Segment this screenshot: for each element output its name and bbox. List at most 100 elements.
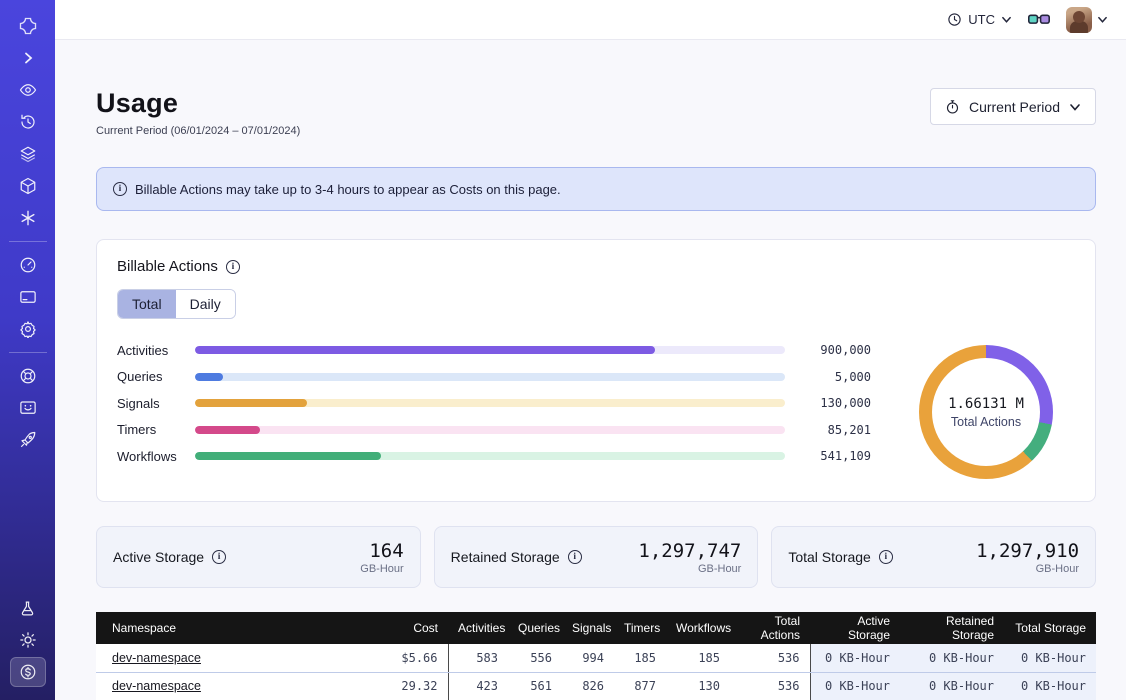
billable-actions-info-banner: i Billable Actions may take up to 3-4 ho…	[96, 167, 1096, 211]
support-lifebuoy-icon[interactable]	[10, 361, 46, 391]
bar-fill	[195, 452, 381, 460]
bar-fill	[195, 373, 223, 381]
bar-track	[195, 373, 785, 381]
retained-storage-value: 1,297,747	[638, 540, 741, 562]
timers-cell: 877	[614, 672, 666, 700]
topbar: UTC	[55, 0, 1126, 40]
settings-gear-icon[interactable]	[10, 314, 46, 344]
sidebar	[0, 0, 55, 700]
bar-label: Workflows	[117, 449, 195, 464]
usage-dollar-icon[interactable]	[10, 657, 46, 687]
bar-label: Signals	[117, 396, 195, 411]
theme-sun-icon[interactable]	[10, 625, 46, 655]
bar-row-activities: Activities 900,000	[117, 341, 871, 359]
total-actions-cell: 536	[730, 644, 810, 672]
info-icon[interactable]: i	[212, 550, 226, 564]
bar-row-workflows: Workflows 541,109	[117, 447, 871, 465]
col-queries: Queries	[508, 612, 562, 644]
asterisk-icon[interactable]	[10, 203, 46, 233]
bar-track	[195, 426, 785, 434]
bar-track	[195, 452, 785, 460]
col-workflows: Workflows	[666, 612, 730, 644]
page-subtitle: Current Period (06/01/2024 – 07/01/2024)	[96, 125, 300, 137]
col-timers: Timers	[614, 612, 666, 644]
chevron-down-icon	[1069, 101, 1081, 113]
col-active-storage: Active Storage	[810, 612, 900, 644]
tab-daily[interactable]: Daily	[176, 290, 235, 318]
feedback-icon[interactable]	[10, 393, 46, 423]
bar-value: 5,000	[799, 370, 871, 384]
bar-fill	[195, 426, 260, 434]
active-storage-unit: GB-Hour	[360, 563, 403, 575]
info-icon[interactable]: i	[568, 550, 582, 564]
total-storage-label: Total Storage	[788, 549, 871, 565]
bar-track	[195, 346, 785, 354]
info-icon[interactable]: i	[226, 260, 240, 274]
active-storage-cell: 0 KB-Hour	[810, 672, 900, 700]
col-cost: Cost	[368, 612, 448, 644]
workflows-cell: 130	[666, 672, 730, 700]
total-storage-card: Total Storage i 1,297,910 GB-Hour	[771, 526, 1096, 588]
collapse-chevron-icon[interactable]	[10, 43, 46, 73]
retained-storage-label: Retained Storage	[451, 549, 560, 565]
namespace-link[interactable]: dev-namespace	[112, 679, 201, 693]
queries-cell: 561	[508, 672, 562, 700]
total-storage-cell: 0 KB-Hour	[1004, 672, 1096, 700]
namespace-link[interactable]: dev-namespace	[112, 651, 201, 665]
info-icon: i	[113, 182, 127, 196]
bar-track	[195, 399, 785, 407]
account-menu[interactable]	[1066, 7, 1108, 33]
active-storage-cell: 0 KB-Hour	[810, 644, 900, 672]
retained-storage-unit: GB-Hour	[638, 563, 741, 575]
timezone-selector[interactable]: UTC	[947, 12, 1012, 27]
total-actions-donut-chart: 1.66131 M Total Actions	[897, 341, 1075, 479]
col-total-storage: Total Storage	[1004, 612, 1096, 644]
retained-storage-card: Retained Storage i 1,297,747 GB-Hour	[434, 526, 759, 588]
queries-cell: 556	[508, 644, 562, 672]
total-storage-unit: GB-Hour	[976, 563, 1079, 575]
glasses-icon[interactable]	[1028, 12, 1050, 28]
info-icon[interactable]: i	[879, 550, 893, 564]
cube-icon[interactable]	[10, 171, 46, 201]
col-total-actions: Total Actions	[730, 612, 810, 644]
col-activities: Activities	[448, 612, 508, 644]
col-namespace: Namespace	[96, 612, 368, 644]
table-row: dev-namespace 29.32 423 561 826 877 130 …	[96, 672, 1096, 700]
period-dropdown-button[interactable]: Current Period	[930, 88, 1096, 125]
page-header: Usage Current Period (06/01/2024 – 07/01…	[96, 88, 1096, 137]
eye-icon[interactable]	[10, 75, 46, 105]
temporal-logo-icon[interactable]	[10, 11, 46, 41]
namespace-usage-table: Namespace Cost Activities Queries Signal…	[96, 612, 1096, 700]
billable-actions-card: Billable Actions i Total Daily Activitie…	[96, 239, 1096, 502]
table-row: dev-namespace $5.66 583 556 994 185 185 …	[96, 644, 1096, 672]
workflows-cell: 185	[666, 644, 730, 672]
bar-value: 85,201	[799, 423, 871, 437]
sidebar-divider	[9, 352, 47, 353]
gauge-icon[interactable]	[10, 250, 46, 280]
history-icon[interactable]	[10, 107, 46, 137]
lab-flask-icon[interactable]	[10, 593, 46, 623]
rocket-icon[interactable]	[10, 425, 46, 455]
signals-cell: 826	[562, 672, 614, 700]
donut-ring: 1.66131 M Total Actions	[919, 345, 1053, 479]
bar-value: 130,000	[799, 396, 871, 410]
active-storage-value: 164	[360, 540, 403, 562]
clock-icon	[947, 12, 962, 27]
bar-label: Queries	[117, 369, 195, 384]
layers-icon[interactable]	[10, 139, 46, 169]
billable-actions-title: Billable Actions	[117, 258, 218, 275]
tab-total[interactable]: Total	[118, 290, 176, 318]
bar-row-timers: Timers 85,201	[117, 421, 871, 439]
total-storage-cell: 0 KB-Hour	[1004, 644, 1096, 672]
activities-cell: 423	[448, 672, 508, 700]
bar-value: 541,109	[799, 449, 871, 463]
bar-row-queries: Queries 5,000	[117, 368, 871, 386]
donut-total-label: Total Actions	[951, 415, 1021, 429]
page-title: Usage	[96, 88, 300, 119]
bar-value: 900,000	[799, 343, 871, 357]
active-storage-card: Active Storage i 164 GB-Hour	[96, 526, 421, 588]
total-daily-toggle: Total Daily	[117, 289, 236, 319]
bar-row-signals: Signals 130,000	[117, 394, 871, 412]
billing-card-icon[interactable]	[10, 282, 46, 312]
storage-summary-row: Active Storage i 164 GB-Hour Retained St…	[96, 526, 1096, 588]
